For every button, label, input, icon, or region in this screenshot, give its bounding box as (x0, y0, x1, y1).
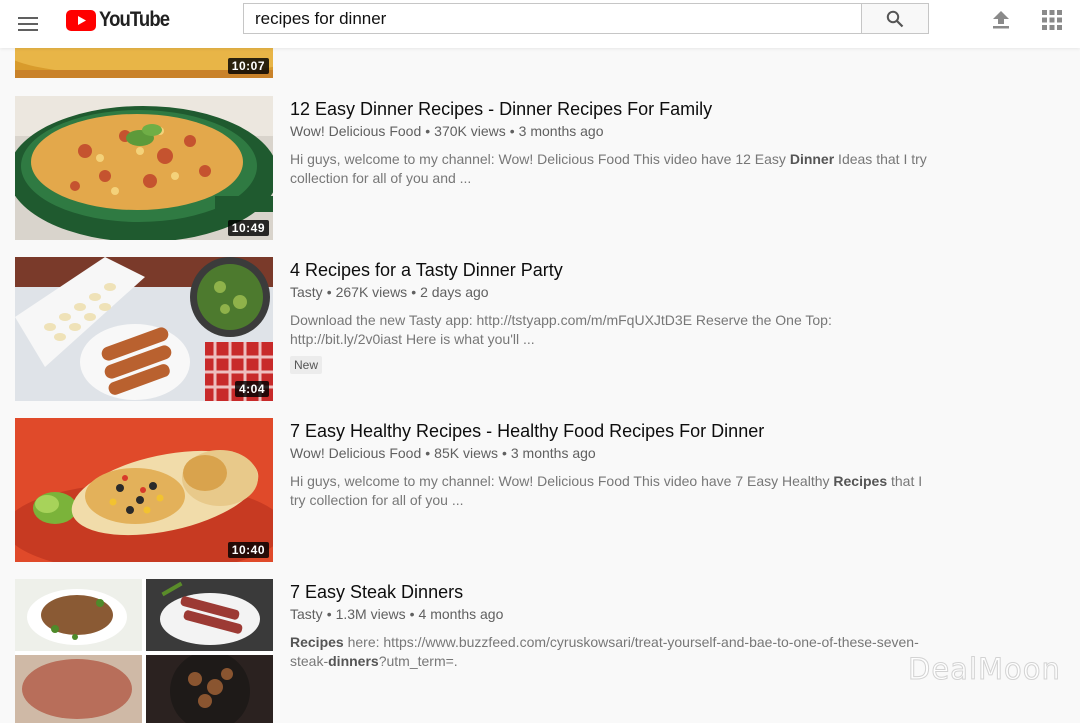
meta-separator: • (411, 284, 417, 300)
youtube-play-icon (66, 9, 96, 31)
video-result[interactable]: 4:04 4 Recipes for a Tasty Dinner Party … (15, 257, 1015, 401)
video-thumbnail[interactable]: 10:40 (15, 418, 273, 562)
video-meta: Tasty • 1.3M views • 4 months ago (290, 606, 503, 622)
apps-grid-icon[interactable] (1041, 9, 1063, 31)
search-input[interactable] (244, 8, 861, 29)
view-count: 370K views (434, 123, 506, 139)
video-duration: 10:49 (227, 220, 269, 236)
video-thumbnail[interactable]: 4:04 (15, 257, 273, 401)
meta-separator: • (425, 123, 431, 139)
upload-age: 3 months ago (510, 445, 596, 461)
video-description: Download the new Tasty app: http://tstya… (290, 312, 832, 347)
search-box[interactable] (243, 3, 861, 34)
video-result[interactable]: 7 Easy Steak Dinners Tasty • 1.3M views • 4 … (15, 579, 1015, 723)
video-thumbnail[interactable]: 10:49 (15, 96, 273, 240)
upload-age: 3 months ago (518, 123, 604, 139)
video-title[interactable]: 12 Easy Dinner Recipes - Dinner Recipes … (290, 99, 712, 120)
upload-age: 2 days ago (420, 284, 489, 300)
view-count: 1.3M views (335, 606, 406, 622)
meta-separator: • (501, 445, 507, 461)
channel-name[interactable]: Tasty (290, 606, 323, 622)
channel-name[interactable]: Tasty (290, 284, 323, 300)
new-badge: New (290, 356, 323, 374)
video-title[interactable]: 7 Easy Healthy Recipes - Healthy Food Re… (290, 421, 764, 442)
meta-separator: • (425, 445, 431, 461)
video-result[interactable]: 10:40 7 Easy Healthy Recipes - Healthy F… (15, 418, 1015, 562)
watermark: DealMoon (908, 652, 1061, 687)
thumbnail-image (15, 579, 273, 723)
youtube-logo[interactable]: YouTube (66, 8, 179, 31)
video-duration: 10:07 (227, 58, 269, 74)
video-title[interactable]: 7 Easy Steak Dinners (290, 582, 463, 603)
video-duration: 10:40 (227, 542, 269, 558)
menu-icon[interactable] (16, 12, 40, 36)
upload-age: 4 months ago (418, 606, 504, 622)
search-icon (886, 10, 904, 27)
video-title[interactable]: 4 Recipes for a Tasty Dinner Party (290, 260, 563, 281)
video-duration: 4:04 (234, 381, 269, 397)
thumbnail-image (15, 257, 273, 401)
logo-text: YouTube (99, 8, 170, 31)
channel-name[interactable]: Wow! Delicious Food (290, 445, 421, 461)
video-result[interactable]: 10:49 12 Easy Dinner Recipes - Dinner Re… (15, 96, 1015, 240)
search-button[interactable] (861, 3, 929, 34)
video-meta: Wow! Delicious Food • 370K views • 3 months … (290, 123, 604, 139)
thumbnail-image (15, 418, 273, 562)
upload-icon[interactable] (990, 9, 1012, 31)
view-count: 267K views (335, 284, 408, 300)
meta-separator: • (326, 284, 332, 300)
meta-separator: • (326, 606, 332, 622)
video-description: Recipes here: https://www.buzzfeed.com/c… (290, 634, 919, 669)
video-description: Hi guys, welcome to my channel: Wow! Del… (290, 151, 927, 186)
masthead: YouTube (0, 0, 1080, 48)
view-count: 85K views (434, 445, 498, 461)
video-thumbnail[interactable] (15, 579, 273, 723)
meta-separator: • (409, 606, 415, 622)
channel-name[interactable]: Wow! Delicious Food (290, 123, 421, 139)
video-meta: Wow! Delicious Food • 85K views • 3 months a… (290, 445, 596, 461)
video-meta: Tasty • 267K views • 2 days ago (290, 284, 489, 300)
meta-separator: • (509, 123, 515, 139)
video-description: Hi guys, welcome to my channel: Wow! Del… (290, 473, 923, 508)
thumbnail-image (15, 96, 273, 240)
